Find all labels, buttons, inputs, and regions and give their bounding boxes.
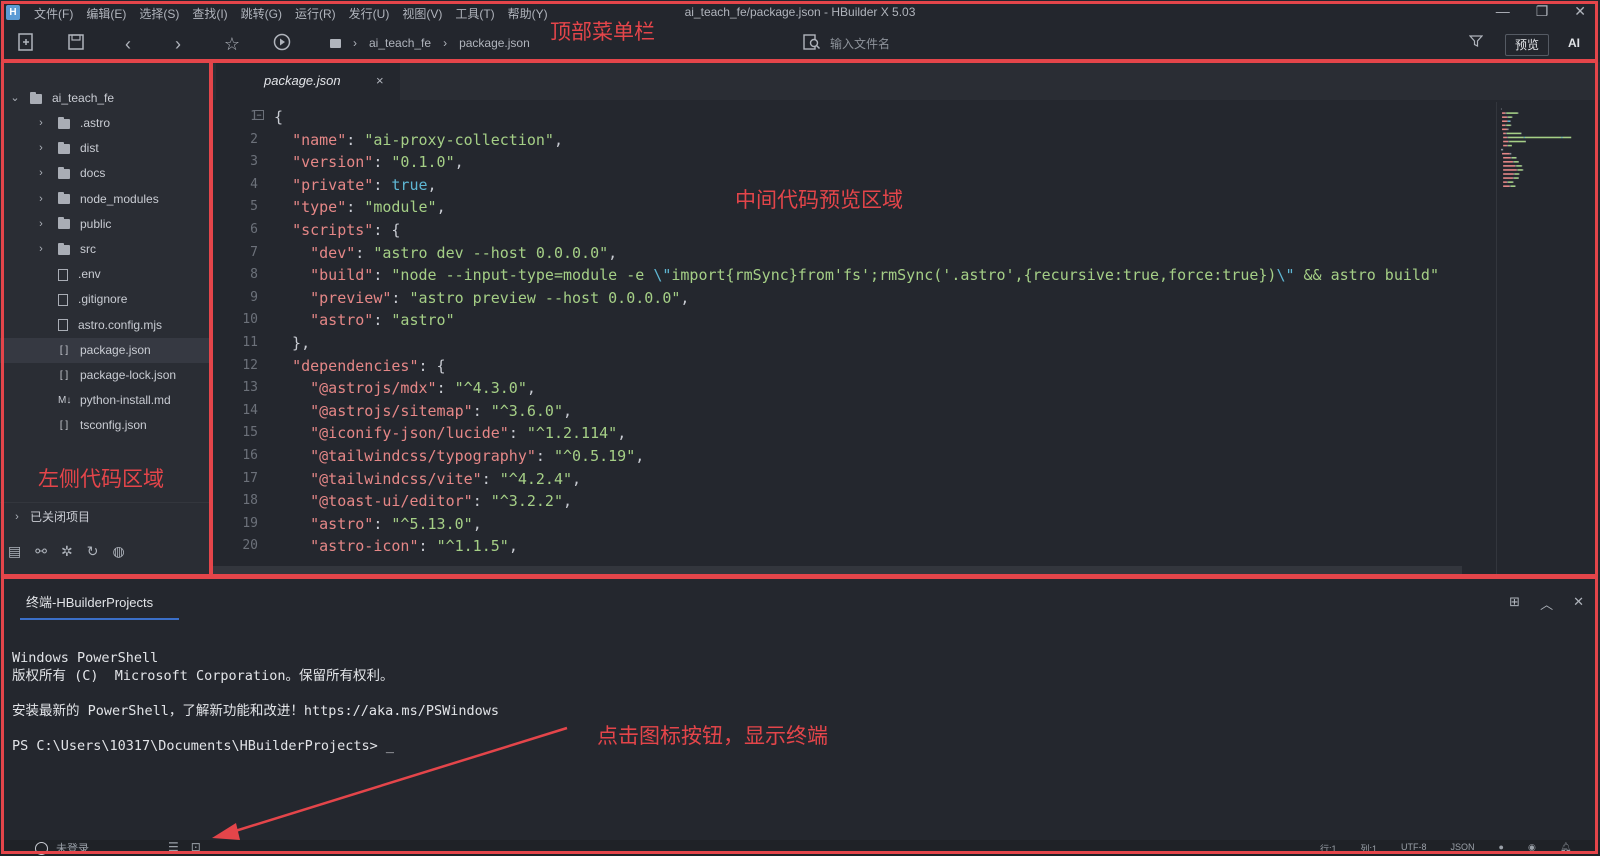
annotation-arrow [212,726,568,840]
